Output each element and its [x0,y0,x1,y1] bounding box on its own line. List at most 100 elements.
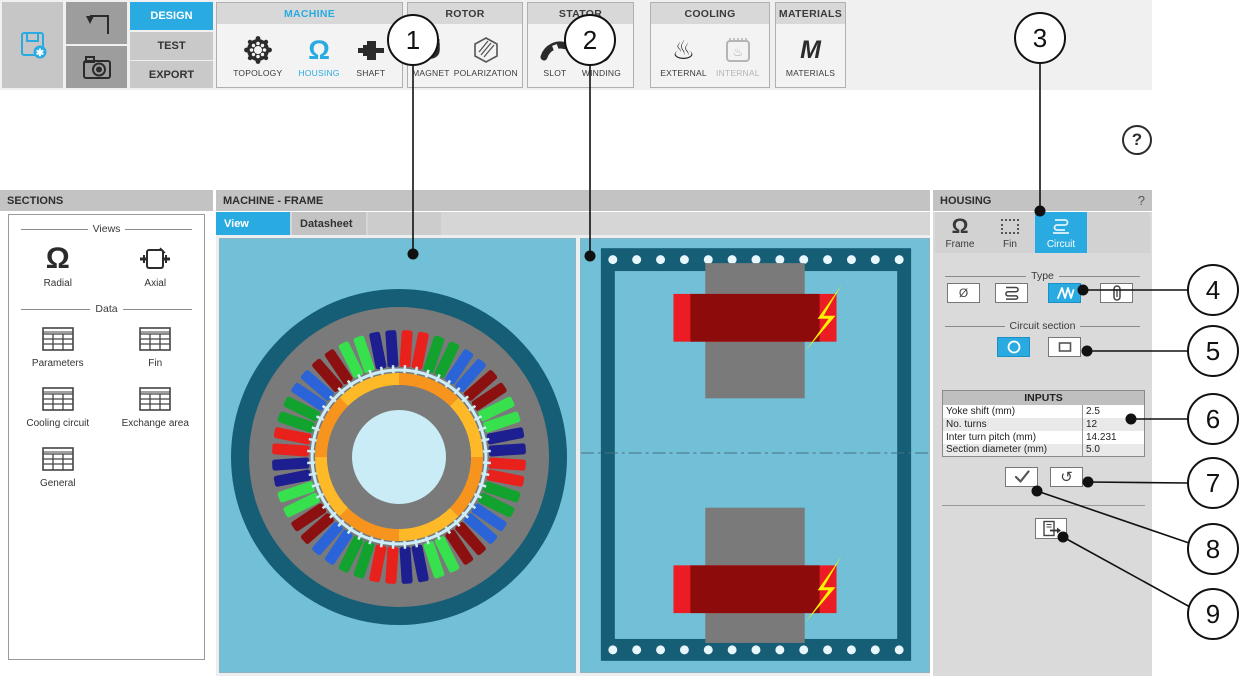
housing-panel: Ω Frame Fin Circuit Type Ø Circuit secti… [933,212,1152,676]
input-value[interactable]: 14.231 [1082,430,1145,444]
input-value[interactable]: 2.5 [1082,404,1145,418]
data-exchange-area-label: Exchange area [121,418,189,429]
svg-text:5: 5 [1206,336,1220,366]
cooling-duct-dot [656,255,666,265]
cooling-duct-dot [894,645,904,655]
inputs-table: INPUTS Yoke shift (mm) 2.5 No. turns 12 … [942,390,1145,457]
circuit-type-wave-button[interactable] [1048,283,1081,303]
camera-icon [82,56,111,79]
internal-cooling-icon: ♨ [723,33,753,67]
cooling-duct-dot [703,645,713,655]
toolbar-item-materials[interactable]: M MATERIALS [786,33,835,78]
toolbar-item-magnet[interactable]: MAGNET [412,33,450,78]
cooling-duct-dot [608,255,618,265]
circuit-type-none-button[interactable]: Ø [947,283,980,303]
cooling-duct-dot [894,255,904,265]
axial-view-icon [138,243,172,275]
input-label: Yoke shift (mm) [946,405,1016,417]
polarization-icon [472,33,500,67]
cooling-duct-dot [799,255,809,265]
view-radial-button[interactable]: Ω Radial [9,235,107,290]
toolbar-item-housing[interactable]: Ω HOUSING [299,33,340,78]
data-parameters-button[interactable]: Parameters [9,315,107,369]
design-mode-button[interactable]: DESIGN [130,2,213,30]
svg-text:♨: ♨ [732,45,743,59]
toolbar-item-slot[interactable]: SLOT [540,33,570,78]
housing-tab-label: Frame [945,238,975,250]
housing-tab-fin[interactable]: Fin [985,212,1035,253]
tab-strip-blank [368,212,441,235]
housing-tab-frame[interactable]: Ω Frame [935,212,985,253]
toolbar-item-label: MAGNET [412,68,450,78]
toolbar-item-label: EXTERNAL [660,68,707,78]
section-circle-button[interactable] [997,337,1030,357]
type-none-icon: Ø [958,286,969,300]
input-value[interactable]: 12 [1082,417,1145,431]
sections-header: SECTIONS [0,190,213,211]
sections-title: SECTIONS [7,194,64,207]
group-materials: MATERIALS M MATERIALS [775,2,846,88]
housing-help-button[interactable]: ? [1138,193,1145,208]
housing-tab-circuit[interactable]: Circuit [1035,212,1087,253]
toolbar-item-shaft[interactable]: SHAFT [356,33,386,78]
cooling-duct-dot [870,255,880,265]
svg-text:✱: ✱ [35,48,44,59]
input-value[interactable]: 5.0 [1082,443,1145,457]
group-machine: MACHINE TOPOLOGY Ω HOUSING SHAFT [216,2,403,88]
data-general-label: General [39,478,76,489]
cooling-duct-dot [632,645,642,655]
table-icon [138,323,172,355]
screenshot-button[interactable] [66,46,127,88]
test-mode-button[interactable]: TEST [130,32,213,60]
toolbar-item-internal-cooling[interactable]: ♨ INTERNAL [716,33,760,78]
export-results-button[interactable] [1035,518,1067,539]
save-button[interactable]: ✱ [2,2,63,88]
housing-tab-label: Fin [1003,238,1017,250]
export-mode-button[interactable]: EXPORT [130,61,213,88]
data-divider: Data [9,303,204,315]
tab-datasheet[interactable]: Datasheet [292,212,366,235]
winding-icon [587,33,615,67]
magnet-icon [417,33,445,67]
toolbar-item-label: TOPOLOGY [233,68,283,78]
toolbar-item-topology[interactable]: TOPOLOGY [233,33,282,78]
circuit-type-pin-button[interactable] [1100,283,1133,303]
view-axial-label: Axial [144,278,167,289]
svg-text:7: 7 [1206,468,1220,498]
radial-view-panel[interactable] [219,238,576,673]
input-label: Section diameter (mm) [946,444,1048,456]
view-axial-button[interactable]: Axial [107,235,205,289]
data-cooling-circuit-button[interactable]: Cooling circuit [9,369,107,429]
help-button[interactable]: ? [1122,125,1152,155]
group-machine-title: MACHINE [217,3,402,24]
type-label: Type [1031,270,1054,282]
toolbar-item-polarization[interactable]: POLARIZATION [454,33,518,78]
toolbar-item-external-cooling[interactable]: ♨ EXTERNAL [660,33,706,78]
table-row: Inter turn pitch (mm) 14.231 [943,430,1145,444]
reset-button[interactable]: ↺ [1050,467,1083,487]
sections-panel: Views Ω Radial Axial Data Parameters Fin… [8,214,205,660]
export-document-icon [1043,520,1061,537]
circuit-type-serpentine-button[interactable] [995,283,1028,303]
cooling-duct-dot [679,645,689,655]
data-label: Data [95,303,118,315]
toolbar-item-label: SLOT [543,68,567,78]
data-fin-button[interactable]: Fin [107,315,205,369]
apply-button[interactable] [1005,467,1038,487]
cooling-duct-dot [703,255,713,265]
tab-view[interactable]: View [216,212,290,235]
circle-section-icon [1007,340,1020,354]
cooling-duct-dot [846,645,856,655]
section-rectangle-button[interactable] [1048,337,1081,357]
cooling-duct-dot [870,645,880,655]
data-exchange-area-button[interactable]: Exchange area [107,369,205,429]
input-label: Inter turn pitch (mm) [946,431,1037,443]
toolbar-item-label: MATERIALS [785,68,836,78]
top-toolbar: ✱ DESIGN TEST EXPORT MACHINE TOPOLOGY Ω … [0,0,1152,90]
axial-view-panel[interactable] [580,238,930,673]
toolbar-item-winding[interactable]: WINDING [582,33,621,78]
table-row: Yoke shift (mm) 2.5 [943,404,1145,418]
pin-icon [1112,285,1121,301]
undo-button[interactable] [66,2,127,44]
data-general-button[interactable]: General [9,429,107,489]
